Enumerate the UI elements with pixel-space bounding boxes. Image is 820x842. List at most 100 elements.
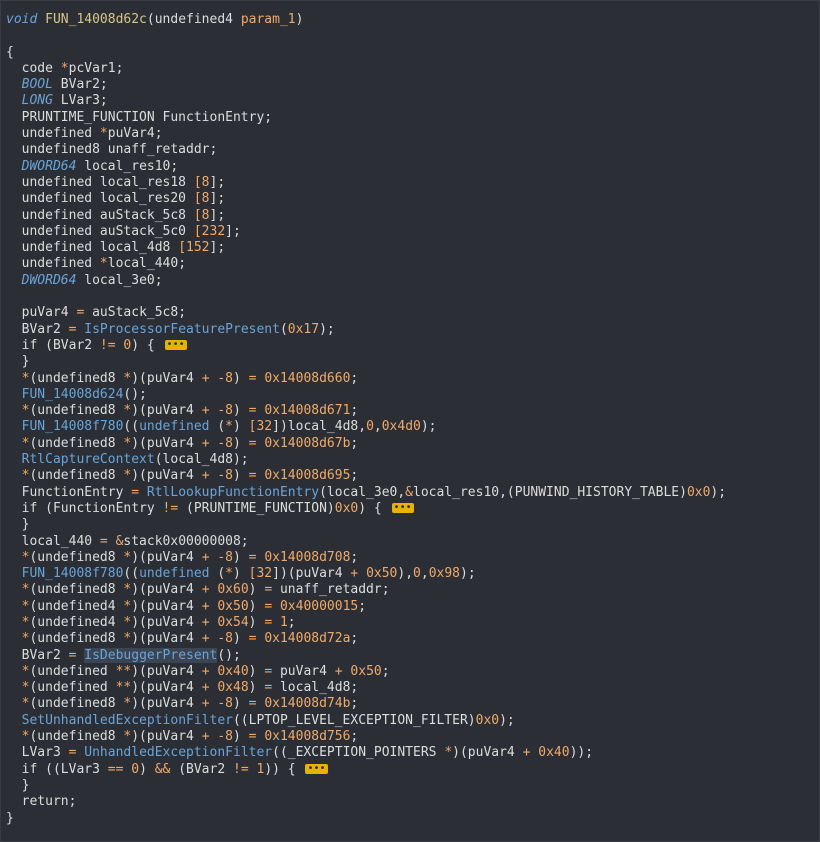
code-token: ); xyxy=(319,321,335,337)
code-line[interactable]: *(undefined8 *)(puVar4 + -8) = 0x14008d6… xyxy=(6,403,726,419)
code-line[interactable]: if ((LVar3 == 0) && (BVar2 != 1)) { ••• xyxy=(6,762,726,778)
code-line[interactable] xyxy=(6,28,726,44)
code-line[interactable]: } xyxy=(6,811,726,827)
code-line[interactable]: undefined8 unaff_retaddr; xyxy=(6,142,726,158)
code-token: ; xyxy=(350,468,359,484)
code-line[interactable]: DWORD64 local_res10; xyxy=(6,159,726,175)
code-token: (); xyxy=(123,386,147,402)
code-line[interactable]: *(undefined8 *)(puVar4 + -8) = 0x14008d7… xyxy=(6,631,726,647)
code-token: ) xyxy=(139,761,155,777)
code-token: + xyxy=(201,598,210,614)
code-token: 0x14008d671 xyxy=(264,403,351,419)
code-token: )(puVar4 xyxy=(131,631,202,647)
code-token: local_440 xyxy=(6,533,100,549)
code-line[interactable]: undefined auStack_5c8 [8]; xyxy=(6,208,726,224)
code-token: (undefined8 xyxy=(29,696,124,712)
code-line[interactable]: undefined local_res20 [8]; xyxy=(6,191,726,207)
code-line[interactable]: } xyxy=(6,517,726,533)
code-line[interactable]: LVar3 = UnhandledExceptionFilter((_EXCEP… xyxy=(6,745,726,761)
code-token: 8 xyxy=(201,191,210,207)
code-line[interactable]: undefined auStack_5c0 [232]; xyxy=(6,224,726,240)
code-line[interactable]: DWORD64 local_3e0; xyxy=(6,273,726,289)
code-token: if (FunctionEntry xyxy=(6,500,163,516)
code-line[interactable]: *(undefined8 *)(puVar4 + -8) = 0x14008d7… xyxy=(6,550,726,566)
code-token: )(puVar4 xyxy=(131,729,202,745)
code-token: + xyxy=(201,582,210,598)
code-view[interactable]: void FUN_14008d62c(undefined4 param_1) {… xyxy=(6,12,726,827)
code-token: 0x14008d660 xyxy=(264,370,351,386)
code-line[interactable]: FUN_14008f780((undefined (*) [32])local_… xyxy=(6,419,726,435)
function-name-token[interactable]: FUN_14008f780 xyxy=(22,419,124,434)
code-token: ; xyxy=(350,696,359,712)
function-name-token[interactable]: SetUnhandledExceptionFilter xyxy=(22,713,233,728)
code-line[interactable]: { xyxy=(6,45,726,61)
code-line[interactable]: *(undefined4 *)(puVar4 + 0x50) = 0x40000… xyxy=(6,599,726,615)
function-name-token[interactable]: FUN_14008d62c xyxy=(45,12,147,27)
code-line[interactable]: *(undefined8 *)(puVar4 + -8) = 0x14008d6… xyxy=(6,436,726,452)
code-token: 0x50 xyxy=(366,566,398,582)
fold-expand-button[interactable]: ••• xyxy=(164,340,187,351)
code-line[interactable]: FunctionEntry = RtlLookupFunctionEntry(l… xyxy=(6,485,726,501)
code-line[interactable]: undefined *puVar4; xyxy=(6,126,726,142)
code-token: -8 xyxy=(217,631,233,647)
code-line[interactable]: *(undefined8 *)(puVar4 + -8) = 0x14008d6… xyxy=(6,371,726,387)
fold-expand-button[interactable]: ••• xyxy=(391,503,414,514)
function-name-token[interactable]: IsProcessorFeaturePresent xyxy=(84,322,280,337)
code-line[interactable]: *(undefined8 *)(puVar4 + -8) = 0x14008d7… xyxy=(6,696,726,712)
code-line[interactable]: return; xyxy=(6,794,726,810)
code-token: { xyxy=(6,44,14,60)
code-token: void xyxy=(6,12,38,27)
code-line[interactable]: } xyxy=(6,354,726,370)
code-token: FunctionEntry xyxy=(6,484,132,500)
code-line[interactable] xyxy=(6,289,726,305)
code-token: 8 xyxy=(201,207,210,223)
fold-expand-button[interactable]: ••• xyxy=(305,764,328,775)
code-token: return; xyxy=(6,794,77,810)
code-token: 0 xyxy=(131,761,140,777)
function-name-token[interactable]: FUN_14008d624 xyxy=(22,387,124,402)
code-line[interactable]: if (BVar2 != 0) { ••• xyxy=(6,338,726,354)
code-line[interactable]: *(undefined8 *)(puVar4 + 0x60) = unaff_r… xyxy=(6,582,726,598)
code-line[interactable]: RtlCaptureContext(local_4d8); xyxy=(6,452,726,468)
function-name-token[interactable]: RtlLookupFunctionEntry xyxy=(147,485,319,500)
code-line[interactable]: undefined local_4d8 [152]; xyxy=(6,240,726,256)
code-line[interactable]: BOOL BVar2; xyxy=(6,77,726,93)
function-name-token[interactable]: RtlCaptureContext xyxy=(22,452,155,467)
code-token: + xyxy=(201,680,210,696)
code-line[interactable]: } xyxy=(6,778,726,794)
code-line[interactable]: *(undefined4 *)(puVar4 + 0x54) = 1; xyxy=(6,615,726,631)
code-token: (undefined8 xyxy=(29,582,124,598)
code-line[interactable]: *(undefined **)(puVar4 + 0x48) = local_4… xyxy=(6,680,726,696)
code-line[interactable]: *(undefined8 *)(puVar4 + -8) = 0x14008d7… xyxy=(6,729,726,745)
code-line[interactable]: LONG LVar3; xyxy=(6,93,726,109)
code-line[interactable]: BVar2 = IsProcessorFeaturePresent(0x17); xyxy=(6,322,726,338)
code-token: ), xyxy=(397,566,414,582)
code-line[interactable]: undefined local_res18 [8]; xyxy=(6,175,726,191)
function-name-token[interactable]: UnhandledExceptionFilter xyxy=(84,745,272,760)
function-name-token[interactable]: IsDebuggerPresent xyxy=(84,647,218,663)
code-line[interactable]: code *pcVar1; xyxy=(6,61,726,77)
code-line[interactable]: BVar2 = IsDebuggerPresent(); xyxy=(6,647,726,664)
code-line[interactable]: undefined *local_440; xyxy=(6,256,726,272)
code-token: && xyxy=(154,761,171,777)
code-token: != xyxy=(162,500,179,516)
code-line[interactable]: if (FunctionEntry != (PRUNTIME_FUNCTION)… xyxy=(6,501,726,517)
code-line[interactable]: PRUNTIME_FUNCTION FunctionEntry; xyxy=(6,110,726,126)
code-token: ; xyxy=(350,631,359,647)
function-name-token[interactable]: undefined xyxy=(139,419,209,434)
code-line[interactable]: puVar4 = auStack_5c8; xyxy=(6,305,726,321)
code-line[interactable]: SetUnhandledExceptionFilter((LPTOP_LEVEL… xyxy=(6,713,726,729)
code-line[interactable]: FUN_14008d624(); xyxy=(6,387,726,403)
code-line[interactable]: *(undefined **)(puVar4 + 0x40) = puVar4 … xyxy=(6,664,726,680)
code-token: (local_4d8); xyxy=(154,452,249,468)
code-line[interactable]: void FUN_14008d62c(undefined4 param_1) xyxy=(6,12,726,28)
code-token: )(puVar4 xyxy=(131,370,202,386)
function-name-token[interactable]: FUN_14008f780 xyxy=(22,566,124,581)
code-token: 0x50 xyxy=(350,663,382,679)
code-line[interactable]: *(undefined8 *)(puVar4 + -8) = 0x14008d6… xyxy=(6,468,726,484)
code-line[interactable]: local_440 = &stack0x00000008; xyxy=(6,534,726,550)
code-line[interactable]: FUN_14008f780((undefined (*) [32])(puVar… xyxy=(6,566,726,582)
function-name-token[interactable]: undefined xyxy=(139,566,209,581)
